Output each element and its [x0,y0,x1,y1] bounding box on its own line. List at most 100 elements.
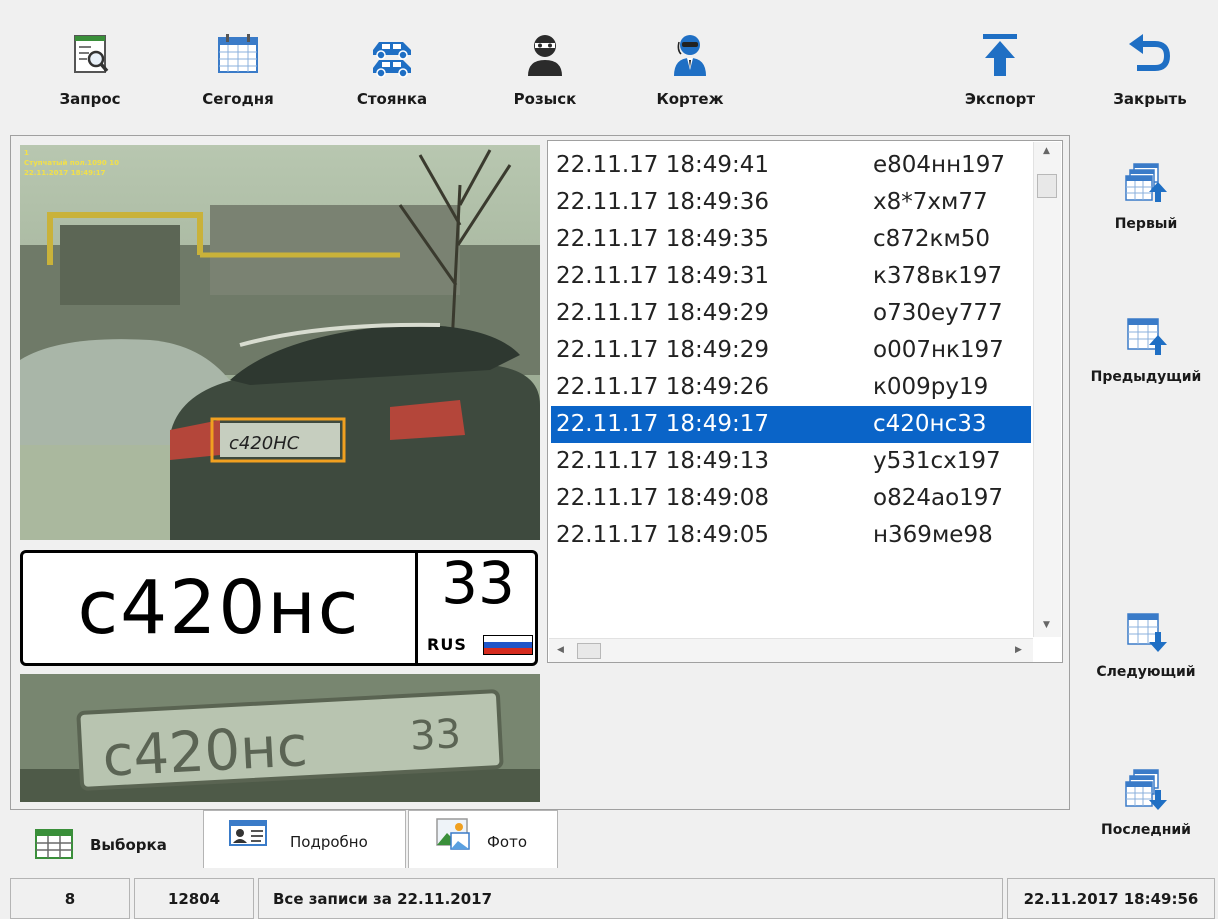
table-next-icon [1127,613,1167,652]
list-row[interactable]: 22.11.17 18:49:41 е804нн197 [551,147,1031,184]
wanted-label: Розыск [513,90,577,108]
tab-photo[interactable]: Фото [408,810,558,868]
crop-region-text: 33 [409,711,462,760]
scroll-right-arrow-icon[interactable]: ▶ [1015,645,1022,655]
last-label: Последний [1101,822,1191,838]
close-button[interactable]: Закрыть [1100,30,1200,120]
status-message: Все записи за 22.11.2017 [258,878,1003,919]
export-label: Экспорт [964,90,1036,108]
list-row[interactable]: 22.11.17 18:49:05 н369ме98 [551,517,1031,554]
wanted-button[interactable]: Розыск [495,30,595,120]
status-count-value: 8 [64,889,76,908]
parking-button[interactable]: Стоянка [342,30,442,120]
status-count: 8 [10,878,130,919]
next-record-button[interactable]: Следующий [1080,610,1212,680]
camera-overlay-id: 1 [24,149,29,157]
row-time: 22.11.17 18:49:29 [556,337,770,363]
svg-text:c420HC: c420HC [229,433,300,454]
tab-photo-label: Фото [487,833,528,851]
list-row[interactable]: 22.11.17 18:49:29 о730еу777 [551,295,1031,332]
list-row[interactable]: 22.11.17 18:49:13 у531сх197 [551,443,1031,480]
row-time: 22.11.17 18:49:17 [556,411,770,437]
row-plate: е804нн197 [873,152,1006,178]
scroll-up-arrow-icon[interactable]: ▲ [1043,146,1050,156]
table-previous-icon [1127,318,1167,355]
vertical-scroll-thumb[interactable] [1037,174,1057,198]
plate-number: с420нс [77,565,361,651]
row-time: 22.11.17 18:49:31 [556,263,770,289]
list-row[interactable]: 22.11.17 18:49:26 к009ру19 [551,369,1031,406]
status-message-text: Все записи за 22.11.2017 [273,889,493,908]
row-time: 22.11.17 18:49:05 [556,522,770,548]
row-plate: с420нс33 [873,411,987,437]
query-label: Запрос [59,90,121,108]
list-row[interactable]: 22.11.17 18:49:08 о824ао197 [551,480,1031,517]
status-datetime: 22.11.2017 18:49:56 [1007,878,1215,919]
row-plate: к378вк197 [873,263,1003,289]
russian-flag-icon [483,635,533,655]
records-list[interactable]: 22.11.17 18:49:41 е804нн197 22.11.17 18:49… [547,140,1063,663]
list-horizontal-scrollbar[interactable]: ◀ ▶ [549,638,1033,662]
return-arrow-icon [1129,34,1171,71]
tab-details[interactable]: Подробно [203,810,406,868]
status-total-value: 12804 [167,889,221,908]
row-time: 22.11.17 18:49:26 [556,374,770,400]
calendar-icon [218,34,258,73]
row-time: 22.11.17 18:49:13 [556,448,770,474]
camera-overlay-timestamp: 22.11.2017 18:49:17 [24,169,106,177]
row-plate: о730еу777 [873,300,1003,326]
row-time: 22.11.17 18:49:08 [556,485,770,511]
list-row[interactable]: 22.11.17 18:49:17 с420нс33 [551,406,1031,443]
row-time: 22.11.17 18:49:41 [556,152,770,178]
list-row[interactable]: 22.11.17 18:49:36 х8*7хм77 [551,184,1031,221]
row-time: 22.11.17 18:49:29 [556,300,770,326]
first-label: Первый [1114,216,1178,232]
camera-overlay-location: Ступчатый пол.1090 10 [24,159,119,167]
status-total: 12804 [134,878,254,919]
table-last-icon [1125,769,1167,810]
list-vertical-scrollbar[interactable]: ▲ ▼ [1033,142,1061,637]
today-label: Сегодня [202,90,274,108]
row-plate: к009ру19 [873,374,989,400]
query-button[interactable]: Запрос [40,30,140,120]
tab-details-label: Подробно [290,833,368,851]
recognized-plate: с420нс 33 RUS [20,549,538,666]
today-button[interactable]: Сегодня [188,30,288,120]
plate-crop-image: с420нс 33 [20,674,540,802]
camera-snapshot: c420HC 1 Ступчатый пол.1090 10 22.11.201… [20,145,540,540]
table-icon [35,829,73,859]
crop-plate-text: с420нс [101,714,309,790]
row-plate: с872км50 [873,226,991,252]
previous-record-button[interactable]: Предыдущий [1080,315,1212,385]
motorcade-button[interactable]: Кортеж [640,30,740,120]
masked-thief-icon [528,35,562,76]
first-record-button[interactable]: Первый [1080,162,1212,232]
export-up-arrow-icon [983,34,1017,76]
scroll-left-arrow-icon[interactable]: ◀ [557,645,564,655]
list-row[interactable]: 22.11.17 18:49:35 с872км50 [551,221,1031,258]
horizontal-scroll-thumb[interactable] [577,643,601,659]
plate-divider [415,553,418,663]
motorcade-label: Кортеж [656,90,724,108]
plate-region: 33 [441,549,515,617]
plate-country: RUS [427,635,467,654]
photo-icon [436,818,470,850]
query-report-icon [74,35,109,73]
scroll-down-arrow-icon[interactable]: ▼ [1043,620,1050,630]
close-label: Закрыть [1113,90,1187,108]
export-button[interactable]: Экспорт [950,30,1050,120]
parking-label: Стоянка [356,90,428,108]
row-time: 22.11.17 18:49:36 [556,189,770,215]
row-time: 22.11.17 18:49:35 [556,226,770,252]
status-datetime-value: 22.11.2017 18:49:56 [1023,889,1199,908]
list-row[interactable]: 22.11.17 18:49:29 о007нк197 [551,332,1031,369]
tab-selection[interactable]: Выборка [10,812,200,870]
row-plate: н369ме98 [873,522,993,548]
last-record-button[interactable]: Последний [1080,768,1212,838]
list-row[interactable]: 22.11.17 18:49:31 к378вк197 [551,258,1031,295]
parked-cars-icon [373,42,411,78]
tab-selection-label: Выборка [90,836,167,854]
row-plate: о824ао197 [873,485,1004,511]
row-plate: у531сх197 [873,448,1001,474]
next-label: Следующий [1096,664,1196,680]
